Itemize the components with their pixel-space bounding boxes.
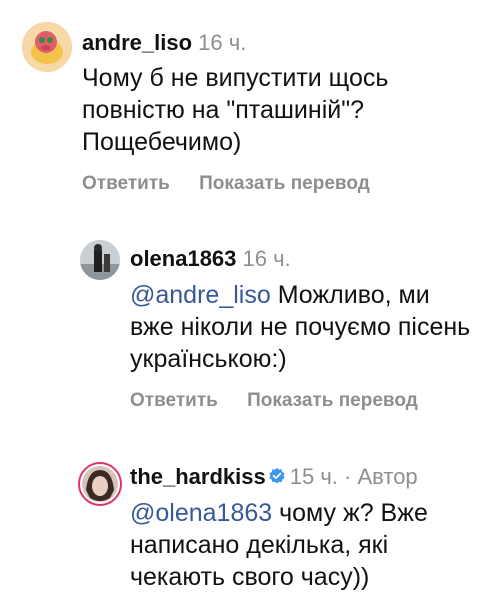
show-translation-button[interactable]: Показать перевод <box>199 173 370 194</box>
username[interactable]: olena1863 <box>130 246 236 271</box>
comment-text: Чому б не випустити щось повністю на "пт… <box>82 64 389 156</box>
avatar-image <box>80 240 120 280</box>
mention-link[interactable]: @andre_liso <box>130 281 271 309</box>
avatar-image <box>22 22 72 72</box>
comment-actions: Ответить Показать перевод <box>82 173 394 195</box>
username[interactable]: andre_liso <box>82 30 192 55</box>
comment-actions: Ответить Показать перевод <box>130 390 442 412</box>
username[interactable]: the_hardkiss <box>130 464 266 489</box>
timestamp[interactable]: 16 ч. <box>198 30 246 55</box>
reply-button[interactable]: Ответить <box>130 390 218 411</box>
comment-header: olena1863 16 ч. <box>130 246 291 272</box>
timestamp[interactable]: 15 ч. <box>290 464 338 489</box>
verified-badge-icon <box>269 467 285 484</box>
reply-button[interactable]: Ответить <box>82 173 170 194</box>
avatar[interactable] <box>78 462 122 506</box>
timestamp[interactable]: 16 ч. <box>243 246 291 271</box>
author-label: Автор <box>357 464 418 489</box>
meta-separator: · <box>344 464 352 489</box>
comment-text: @olena1863 чому ж? Вже написано декілька… <box>130 498 480 593</box>
avatar[interactable] <box>80 240 120 280</box>
avatar[interactable] <box>22 22 72 72</box>
comment-text: @andre_liso Можливо, ми вже ніколи не по… <box>130 280 475 375</box>
comment-header: the_hardkiss 15 ч. · Автор <box>130 464 418 490</box>
mention-link[interactable]: @olena1863 <box>130 499 272 527</box>
avatar-image <box>82 466 118 502</box>
show-translation-button[interactable]: Показать перевод <box>247 390 418 411</box>
comment-header: andre_liso 16 ч. <box>82 30 246 56</box>
